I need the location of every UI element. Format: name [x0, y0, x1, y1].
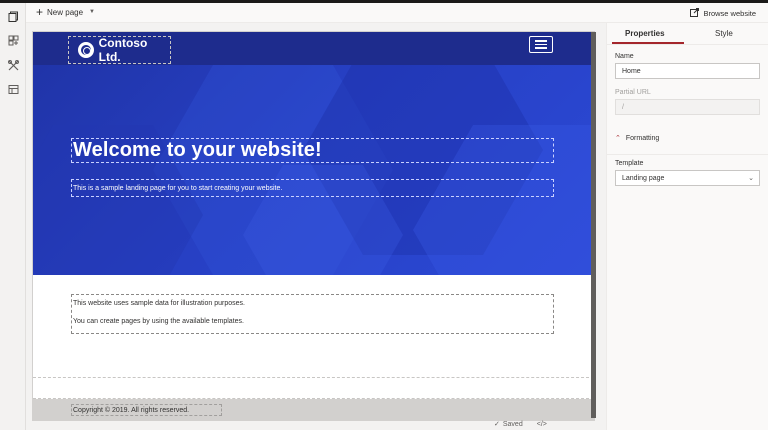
data-icon[interactable]	[7, 83, 19, 95]
hero-subtitle-container[interactable]: This is a sample landing page for you to…	[71, 179, 554, 197]
hero-section[interactable]: Welcome to your website! This is a sampl…	[33, 65, 594, 275]
command-bar: + New page ▼ Browse website	[26, 3, 768, 23]
name-field[interactable]: Home	[615, 63, 760, 79]
footer-text: Copyright © 2019. All rights reserved.	[73, 406, 190, 414]
design-canvas: Contoso Ltd. Welcome to your website! Th…	[26, 23, 606, 430]
website-preview: Contoso Ltd. Welcome to your website! Th…	[33, 32, 594, 420]
content-line-2: You can create pages by using the availa…	[73, 318, 244, 325]
content-text-container[interactable]: This website uses sample data for illust…	[71, 294, 554, 334]
formatting-section-toggle[interactable]: ⌃ Formatting	[615, 134, 660, 143]
plus-icon: +	[36, 5, 44, 19]
template-label: Template	[615, 160, 644, 167]
left-rail	[0, 3, 26, 430]
saved-label: Saved	[502, 420, 523, 428]
checkmark-icon: ✓	[494, 421, 500, 428]
name-label: Name	[615, 53, 634, 60]
chevron-up-icon: ⌃	[615, 135, 621, 142]
active-tab-indicator	[612, 42, 684, 44]
hero-subtitle: This is a sample landing page for you to…	[73, 184, 283, 192]
code-view-button[interactable]: </>	[537, 420, 547, 428]
saved-status: ✓ Saved	[494, 420, 523, 429]
browse-website-label: Browse website	[703, 9, 756, 18]
properties-pane: Properties Style Name Home Partial URL /…	[606, 23, 768, 430]
canvas-scrollbar[interactable]	[591, 32, 596, 418]
hamburger-menu-icon[interactable]	[529, 36, 553, 53]
tab-style[interactable]: Style	[715, 29, 733, 38]
template-select[interactable]: Landing page ⌄	[615, 170, 760, 186]
new-page-label: New page	[47, 7, 84, 17]
template-value: Landing page	[622, 174, 665, 182]
open-external-icon	[690, 8, 700, 19]
partial-url-label: Partial URL	[615, 89, 651, 96]
tools-icon[interactable]	[7, 59, 19, 71]
partial-url-field[interactable]: /	[615, 99, 760, 115]
empty-section[interactable]	[33, 377, 594, 399]
hero-background-pattern	[33, 65, 594, 275]
pane-tabs: Properties Style	[607, 23, 768, 45]
hero-title: Welcome to your website!	[73, 139, 322, 161]
new-page-button[interactable]: + New page ▼	[36, 5, 95, 19]
browse-website-button[interactable]: Browse website	[690, 8, 756, 19]
status-bar: ✓ Saved </>	[494, 420, 547, 429]
footer-text-container[interactable]: Copyright © 2019. All rights reserved.	[71, 404, 222, 416]
hero-title-container[interactable]: Welcome to your website!	[71, 138, 554, 163]
content-line-1: This website uses sample data for illust…	[73, 300, 245, 307]
pages-icon[interactable]	[7, 10, 19, 22]
formatting-label: Formatting	[625, 134, 660, 142]
site-logo[interactable]: Contoso Ltd.	[68, 36, 171, 64]
tab-properties[interactable]: Properties	[625, 29, 665, 38]
chevron-down-icon: ▼	[89, 9, 95, 15]
components-icon[interactable]	[7, 34, 19, 46]
contoso-logo-icon	[78, 42, 94, 58]
chevron-down-icon: ⌄	[748, 175, 754, 182]
site-header[interactable]: Contoso Ltd.	[33, 32, 594, 65]
pane-divider	[607, 154, 768, 155]
site-footer[interactable]: Copyright © 2019. All rights reserved.	[33, 399, 594, 420]
logo-text: Contoso Ltd.	[98, 36, 148, 64]
